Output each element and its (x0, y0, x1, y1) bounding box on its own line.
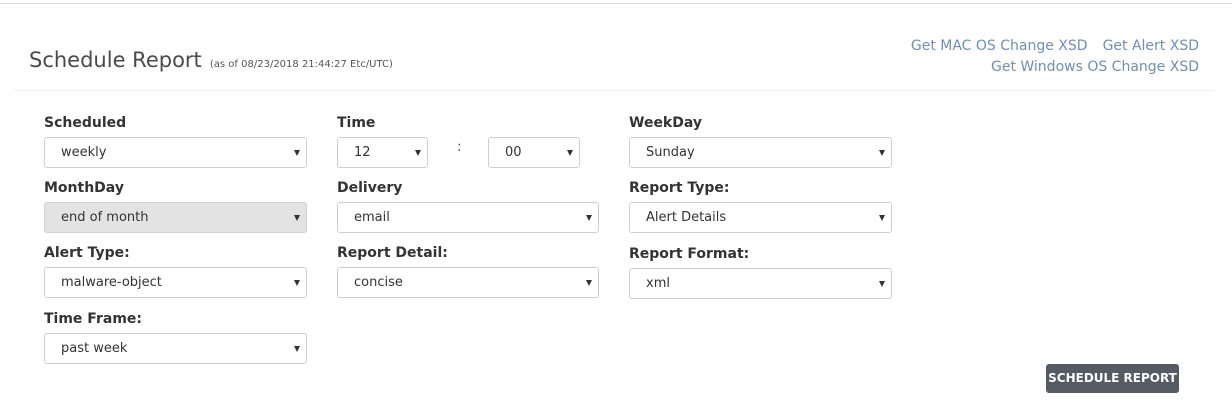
chevron-down-icon (294, 280, 300, 286)
schedule-report-button[interactable]: SCHEDULE REPORT (1046, 364, 1179, 393)
delivery-label: Delivery (337, 180, 403, 196)
chevron-down-icon (294, 150, 300, 156)
report-format-select[interactable]: xml (629, 268, 892, 299)
alert-type-label: Alert Type: (44, 245, 130, 261)
report-format-label: Report Format: (629, 246, 750, 262)
chevron-down-icon (879, 150, 885, 156)
report-type-value: Alert Details (646, 210, 727, 225)
chevron-down-icon (586, 280, 592, 286)
report-detail-label: Report Detail: (337, 245, 448, 261)
get-alert-xsd-link[interactable]: Get Alert XSD (1103, 38, 1199, 54)
time-separator: : (457, 139, 462, 155)
as-of-timestamp: (as of 08/23/2018 21:44:27 Etc/UTC) (209, 59, 393, 70)
chevron-down-icon (567, 150, 573, 156)
time-hour-value: 12 (354, 145, 371, 160)
time-label: Time (337, 115, 376, 131)
top-divider (0, 3, 1232, 4)
chevron-down-icon (586, 215, 592, 221)
time-frame-select[interactable]: past week (44, 333, 307, 364)
scheduled-label: Scheduled (44, 115, 127, 131)
monthday-select: end of month (44, 202, 307, 233)
time-frame-label: Time Frame: (44, 311, 143, 327)
delivery-value: email (354, 210, 390, 225)
page-title-text: Schedule Report (29, 48, 202, 72)
chevron-down-icon (879, 215, 885, 221)
weekday-value: Sunday (646, 145, 695, 160)
report-format-value: xml (646, 276, 670, 291)
time-minute-select[interactable]: 00 (488, 137, 580, 168)
alert-type-value: malware-object (61, 275, 162, 290)
header-divider (14, 90, 1214, 91)
time-hour-select[interactable]: 12 (337, 137, 428, 168)
scheduled-value: weekly (61, 145, 107, 160)
delivery-select[interactable]: email (337, 202, 599, 233)
page-title: Schedule Report (as of 08/23/2018 21:44:… (29, 48, 393, 72)
chevron-down-icon (879, 281, 885, 287)
report-detail-value: concise (354, 275, 403, 290)
weekday-label: WeekDay (629, 115, 703, 131)
report-type-label: Report Type: (629, 180, 730, 196)
monthday-label: MonthDay (44, 180, 124, 196)
time-frame-value: past week (61, 341, 128, 356)
report-detail-select[interactable]: concise (337, 267, 599, 298)
report-type-select[interactable]: Alert Details (629, 202, 892, 233)
scheduled-select[interactable]: weekly (44, 137, 307, 168)
chevron-down-icon (294, 346, 300, 352)
time-minute-value: 00 (505, 145, 522, 160)
alert-type-select[interactable]: malware-object (44, 267, 307, 298)
chevron-down-icon (415, 150, 421, 156)
get-windows-os-change-xsd-link[interactable]: Get Windows OS Change XSD (991, 59, 1199, 75)
xsd-links: Get MAC OS Change XSD Get Alert XSD Get W… (911, 35, 1199, 77)
weekday-select[interactable]: Sunday (629, 137, 892, 168)
chevron-down-icon (294, 215, 300, 221)
monthday-value: end of month (61, 210, 149, 225)
get-mac-os-change-xsd-link[interactable]: Get MAC OS Change XSD (911, 38, 1088, 54)
